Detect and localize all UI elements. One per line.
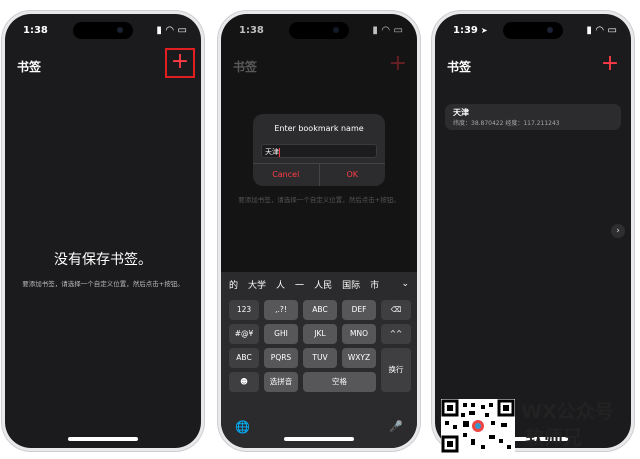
- dialog-title: Enter bookmark name: [274, 124, 364, 133]
- candidate-item[interactable]: 市: [370, 278, 379, 291]
- watermark-line1: WX公众号: [521, 401, 614, 423]
- battery-icon: ▭: [177, 24, 187, 36]
- phone-screen-3: 1:39 ➤ ▮ ◠ ▭ 书签 + 天津 纬度：38.870422 经度：117…: [435, 14, 631, 448]
- globe-icon[interactable]: 🌐: [235, 420, 250, 434]
- key-mno[interactable]: MNO: [342, 324, 376, 344]
- text-caret: [279, 147, 280, 157]
- return-key[interactable]: 换行: [381, 348, 411, 392]
- signal-icon: ▮: [586, 24, 592, 36]
- candidate-item[interactable]: 一: [295, 278, 304, 291]
- watermark-line2: 软师兄: [525, 427, 583, 449]
- status-time: 1:39: [453, 24, 478, 36]
- add-bookmark-button[interactable]: +: [599, 53, 621, 76]
- key-abc-mode[interactable]: ABC: [229, 348, 259, 368]
- location-arrow-icon: ➤: [480, 25, 488, 35]
- candidate-item[interactable]: 国际: [342, 278, 360, 291]
- chevron-right-icon[interactable]: ›: [611, 224, 625, 238]
- expand-candidates-icon[interactable]: ⌄: [401, 279, 409, 289]
- status-bar: 1:38 ▮ ◠ ▭: [23, 22, 187, 38]
- add-bookmark-button[interactable]: +: [165, 48, 195, 78]
- key-123[interactable]: 123: [229, 300, 259, 320]
- key-emoticon[interactable]: ^^: [381, 324, 411, 344]
- home-indicator: [68, 437, 138, 441]
- input-value: 天津: [265, 148, 279, 156]
- phone-screen-1: 1:38 ▮ ◠ ▭ 书签 + 没有保存书签。 要添加书签，请选择一个自定义位置…: [5, 14, 201, 448]
- key-jkl[interactable]: JKL: [303, 324, 337, 344]
- key-ghi[interactable]: GHI: [264, 324, 298, 344]
- cancel-button[interactable]: Cancel: [253, 164, 320, 186]
- microphone-icon[interactable]: 🎤: [389, 420, 403, 433]
- battery-icon: ▭: [607, 24, 617, 36]
- page-title: 书签: [17, 60, 42, 74]
- key-punctuation[interactable]: ,.?!: [264, 300, 298, 320]
- candidate-item[interactable]: 的: [229, 278, 238, 291]
- backspace-key[interactable]: ⌫: [381, 300, 411, 320]
- candidate-item[interactable]: 人: [276, 278, 285, 291]
- candidate-bar: 的 大学 人 一 人民 国际 市 ⌄: [221, 272, 417, 296]
- qr-code: [441, 399, 515, 453]
- wifi-icon: ◠: [595, 24, 604, 36]
- bookmark-name-input[interactable]: 天津: [261, 144, 377, 158]
- bookmark-name-dialog: Enter bookmark name 天津 Cancel OK: [253, 114, 385, 186]
- key-pqrs[interactable]: PQRS: [264, 348, 298, 368]
- phone-screen-2: 1:38 ▮ ◠ ▭ 书签 + 要添加书签，请选择一个自定义位置，然后点击+按钮…: [221, 14, 417, 448]
- ok-button[interactable]: OK: [320, 164, 386, 186]
- empty-state-subtitle: 要添加书签，请选择一个自定义位置，然后点击+按钮。: [22, 280, 184, 288]
- key-wxyz[interactable]: WXYZ: [342, 348, 376, 368]
- key-abc[interactable]: ABC: [303, 300, 337, 320]
- wifi-icon: ◠: [165, 24, 174, 36]
- bookmark-coordinates: 纬度：38.870422 经度：117.211243: [453, 120, 560, 127]
- keyboard: 的 大学 人 一 人民 国际 市 ⌄ 123 ,.?! ABC DEF ⌫ #@…: [221, 272, 417, 448]
- key-symbols[interactable]: #@¥: [229, 324, 259, 344]
- bookmark-name: 天津: [453, 108, 469, 117]
- candidate-item[interactable]: 大学: [248, 278, 266, 291]
- candidate-item[interactable]: 人民: [314, 278, 332, 291]
- status-bar: 1:39 ➤ ▮ ◠ ▭: [453, 22, 617, 38]
- signal-icon: ▮: [156, 24, 162, 36]
- bookmark-list-item[interactable]: 天津 纬度：38.870422 经度：117.211243: [445, 104, 621, 130]
- status-time: 1:38: [23, 24, 48, 36]
- home-indicator: [284, 437, 354, 441]
- key-tuv[interactable]: TUV: [303, 348, 337, 368]
- page-title: 书签: [447, 60, 472, 74]
- key-def[interactable]: DEF: [342, 300, 376, 320]
- emoji-key[interactable]: ☻: [229, 372, 259, 392]
- key-pinyin-select[interactable]: 选拼音: [264, 372, 298, 392]
- space-key[interactable]: 空格: [303, 372, 376, 392]
- empty-state-title: 没有保存书签。: [54, 252, 152, 268]
